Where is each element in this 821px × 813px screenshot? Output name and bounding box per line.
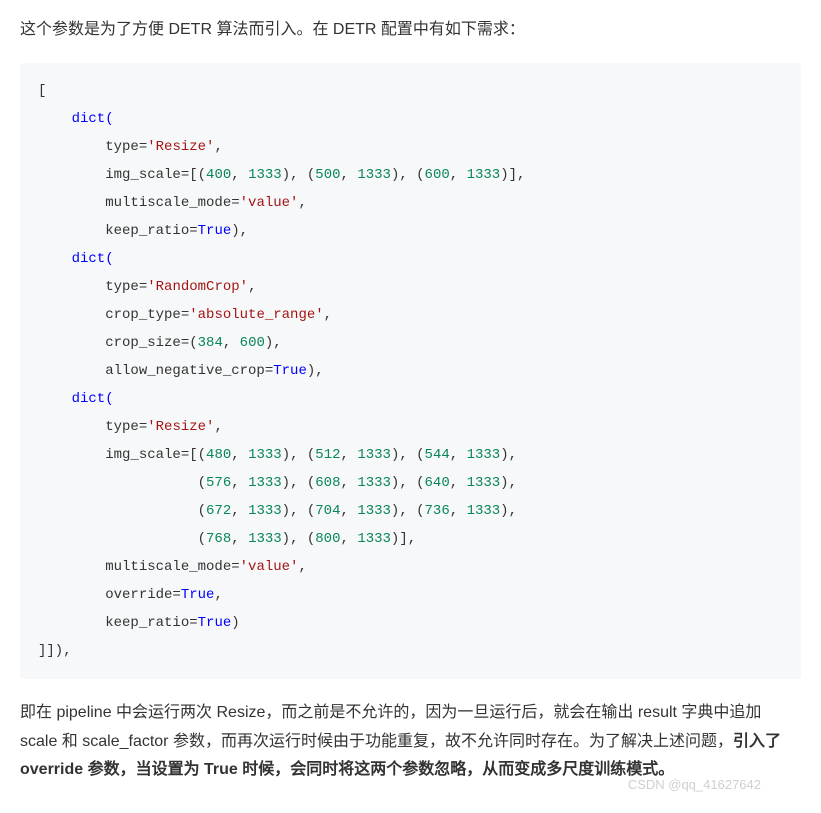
code-token: override [38,587,172,603]
code-token: 512 [315,447,340,463]
code-token: 'Resize' [147,419,214,435]
code-token: keep_ratio [38,223,189,239]
code-token: 544 [425,447,450,463]
code-token: multiscale_mode [38,195,231,211]
code-token: 800 [315,531,340,547]
code-block: [ dict( type='Resize', img_scale=[(400, … [20,63,801,679]
code-token: , [214,139,222,155]
code-token: 400 [206,167,231,183]
code-token: 1333 [248,447,282,463]
code-token: ), ( [282,167,316,183]
code-token: )], [500,167,525,183]
code-token: crop_size [38,335,181,351]
outro-text: 即在 pipeline 中会运行两次 Resize，而之前是不允许的，因为一旦运… [20,704,761,750]
code-token: 576 [206,475,231,491]
code-token: allow_negative_crop [38,363,265,379]
code-token: 384 [198,335,223,351]
code-token: 1333 [357,531,391,547]
code-token: =[( [181,167,206,183]
code-token: ) [231,615,239,631]
code-token: type [38,139,139,155]
code-token: 'absolute_range' [189,307,323,323]
code-token: type [38,419,139,435]
code-token: 500 [315,167,340,183]
code-token: dict( [38,111,114,127]
code-token: ), ( [391,167,425,183]
code-token: 1333 [248,531,282,547]
code-token: 600 [425,167,450,183]
code-token: 608 [315,475,340,491]
code-token: 1333 [357,475,391,491]
code-token: 1333 [467,447,501,463]
code-token: 768 [206,531,231,547]
code-token: dict( [38,251,114,267]
code-token: 1333 [467,503,501,519]
code-token: 'value' [240,195,299,211]
code-token: 672 [206,503,231,519]
code-token: 1333 [357,447,391,463]
code-token: keep_ratio [38,615,189,631]
code-line: [ [38,83,46,99]
code-token: img_scale [38,447,181,463]
code-token: 1333 [467,475,501,491]
code-token: multiscale_mode [38,559,231,575]
code-token: ), [231,223,248,239]
code-token: 1333 [467,167,501,183]
code-token: ), [307,363,324,379]
code-token: 1333 [248,475,282,491]
code-token: 480 [206,447,231,463]
code-token: True [198,615,232,631]
code-token: 640 [425,475,450,491]
code-token: = [139,139,147,155]
code-token: 'value' [240,559,299,575]
code-token: 1333 [248,503,282,519]
code-token: True [198,223,232,239]
code-token: 1333 [357,503,391,519]
code-token: 704 [315,503,340,519]
code-token: 736 [425,503,450,519]
code-token: 600 [240,335,265,351]
code-token: crop_type [38,307,181,323]
code-line: ]]), [38,643,72,659]
code-token: 'Resize' [147,139,214,155]
code-token: True [181,587,215,603]
code-token: 'RandomCrop' [147,279,248,295]
intro-paragraph: 这个参数是为了方便 DETR 算法而引入。在 DETR 配置中有如下需求： [20,16,801,45]
code-token: True [273,363,307,379]
code-token: type [38,279,139,295]
code-token: 1333 [248,167,282,183]
code-token: img_scale [38,167,181,183]
code-token: dict( [38,391,114,407]
code-token: 1333 [357,167,391,183]
